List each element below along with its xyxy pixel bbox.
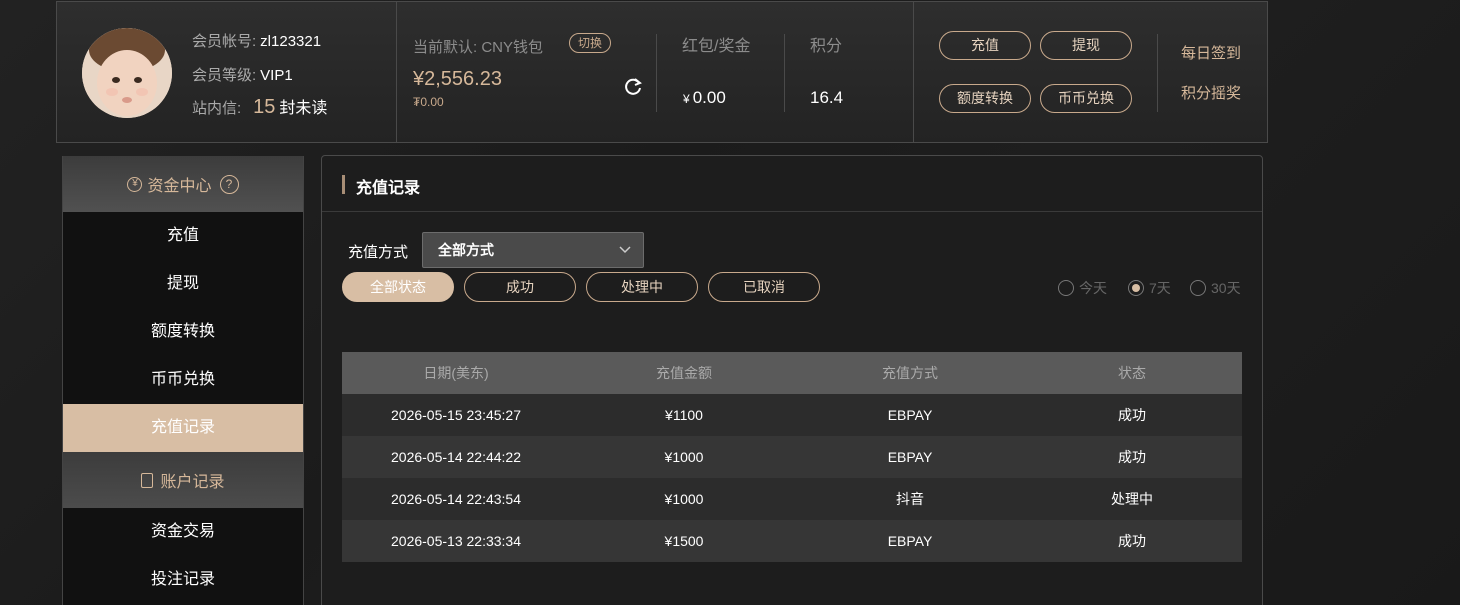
- wallet-label: 当前默认: CNY钱包: [413, 39, 544, 56]
- member-header: 会员帐号: zl123321 会员等级: VIP1 站内信: 15 封未读 当前默认: …: [56, 1, 1268, 143]
- cell-method: 抖音: [896, 491, 924, 507]
- sidebar: ¥ 资金中心 ? 充值 提现 额度转换 币币兑换 充值记录 账户记录 资金交易 …: [62, 156, 304, 605]
- sidebar-item-bet-records[interactable]: 投注记录: [63, 556, 303, 604]
- points-value: 16.4: [810, 88, 844, 107]
- divider: [1157, 34, 1158, 112]
- cell-status: 成功: [1118, 407, 1146, 423]
- sidebar-item-fund-transactions[interactable]: 资金交易: [63, 508, 303, 556]
- account-row: 会员帐号: zl123321: [192, 30, 321, 51]
- deposit-button[interactable]: 充值: [939, 31, 1031, 60]
- method-selected-value: 全部方式: [438, 242, 494, 258]
- status-filter-processing[interactable]: 处理中: [586, 272, 698, 302]
- cell-status: 处理中: [1111, 491, 1153, 507]
- range-today-radio[interactable]: 今天: [1058, 278, 1107, 298]
- radio-checked-icon: [1128, 280, 1144, 296]
- message-label: 站内信:: [192, 100, 242, 117]
- page-title: 充值记录: [356, 180, 421, 197]
- range-30days-label: 30天: [1211, 280, 1241, 296]
- switch-wallet-button[interactable]: 切换: [569, 33, 611, 53]
- cell-method: EBPAY: [887, 449, 933, 465]
- column-header-amount: 充值金额: [656, 365, 712, 381]
- withdraw-button[interactable]: 提现: [1040, 31, 1132, 60]
- account-label: 会员帐号:: [192, 33, 257, 50]
- message-suffix: 封未读: [279, 100, 328, 117]
- cell-date: 2026-05-14 22:43:54: [391, 491, 521, 507]
- range-7days-radio[interactable]: 7天: [1128, 278, 1171, 298]
- divider: [913, 2, 914, 142]
- sidebar-item-coin-exchange[interactable]: 币币兑换: [63, 356, 303, 404]
- table-row: 2026-05-14 22:43:54 ¥1000 抖音 处理中: [342, 478, 1242, 520]
- deposit-records-panel: 充值记录 充值方式 全部方式 全部状态 成功 处理中 已取消 今天 7天 30天…: [321, 155, 1263, 605]
- help-icon[interactable]: ?: [219, 174, 239, 194]
- account-records-header: 账户记录: [63, 452, 303, 508]
- title-accent-bar: [342, 175, 345, 194]
- status-filter-all[interactable]: 全部状态: [342, 272, 454, 302]
- sidebar-item-deposit[interactable]: 充值: [63, 212, 303, 260]
- bonus-currency: ¥: [683, 92, 690, 106]
- account-records-label: 账户记录: [160, 474, 225, 491]
- table-header-row: 日期(美东) 充值金额 充值方式 状态: [342, 352, 1242, 394]
- range-7days-label: 7天: [1149, 280, 1171, 296]
- cell-method: EBPAY: [887, 533, 933, 549]
- radio-icon: [1190, 280, 1206, 296]
- yen-icon: ¥: [127, 176, 143, 192]
- column-header-status: 状态: [1118, 365, 1146, 381]
- cell-method: EBPAY: [887, 407, 933, 423]
- status-filter-cancelled[interactable]: 已取消: [708, 272, 820, 302]
- bonus-amount: 0.00: [692, 88, 726, 107]
- table-row: 2026-05-14 22:44:22 ¥1000 EBPAY 成功: [342, 436, 1242, 478]
- cell-date: 2026-05-14 22:44:22: [391, 449, 521, 465]
- transfer-button[interactable]: 额度转换: [939, 84, 1031, 113]
- avatar: [82, 28, 172, 118]
- sidebar-item-transfer[interactable]: 额度转换: [63, 308, 303, 356]
- cell-amount: ¥1100: [665, 407, 703, 423]
- column-header-date: 日期(美东): [423, 365, 489, 381]
- deposit-records-table: 日期(美东) 充值金额 充值方式 状态 2026-05-15 23:45:27 …: [342, 352, 1242, 562]
- level-value: VIP1: [260, 67, 293, 84]
- cell-amount: ¥1500: [664, 533, 704, 549]
- bonus-value: ¥0.00: [683, 88, 726, 108]
- usdt-balance: ₮0.00: [413, 95, 444, 109]
- sidebar-item-deposit-records[interactable]: 充值记录: [63, 404, 303, 452]
- sidebar-item-withdraw[interactable]: 提现: [63, 260, 303, 308]
- divider: [784, 34, 785, 112]
- table-row: 2026-05-15 23:45:27 ¥1100 EBPAY 成功: [342, 394, 1242, 436]
- level-label: 会员等级:: [192, 67, 257, 84]
- cell-date: 2026-05-13 22:33:34: [391, 533, 521, 549]
- radio-icon: [1058, 280, 1074, 296]
- status-filter-success[interactable]: 成功: [464, 272, 576, 302]
- method-label: 充值方式: [348, 244, 409, 261]
- message-count[interactable]: 15: [253, 96, 275, 118]
- range-30days-radio[interactable]: 30天: [1190, 278, 1241, 298]
- cell-status: 成功: [1118, 449, 1146, 465]
- wallet-balance: ¥2,556.23: [413, 68, 502, 90]
- divider: [396, 2, 397, 142]
- fund-center-header: ¥ 资金中心 ?: [63, 156, 303, 212]
- refresh-icon[interactable]: [623, 75, 643, 97]
- bonus-label: 红包/奖金: [682, 38, 751, 55]
- cell-amount: ¥1000: [664, 491, 704, 507]
- level-row: 会员等级: VIP1: [192, 64, 293, 85]
- account-value: zl123321: [260, 33, 322, 50]
- message-row[interactable]: 站内信: 15 封未读: [192, 94, 327, 119]
- coin-exchange-button[interactable]: 币币兑换: [1040, 84, 1132, 113]
- cell-status: 成功: [1118, 533, 1146, 549]
- document-icon: [141, 472, 154, 488]
- panel-title-bar: 充值记录: [322, 156, 1262, 212]
- chevron-down-icon: [619, 246, 631, 254]
- cell-amount: ¥1000: [664, 449, 704, 465]
- points-label: 积分: [810, 38, 843, 55]
- column-header-method: 充值方式: [882, 365, 938, 381]
- cell-date: 2026-05-15 23:45:27: [391, 407, 521, 423]
- divider: [656, 34, 657, 112]
- daily-signin-link[interactable]: 每日签到: [1181, 42, 1241, 63]
- range-today-label: 今天: [1079, 280, 1107, 296]
- fund-center-label: 资金中心: [147, 178, 212, 195]
- points-lottery-link[interactable]: 积分摇奖: [1181, 82, 1241, 103]
- method-select[interactable]: 全部方式: [422, 232, 644, 268]
- table-row: 2026-05-13 22:33:34 ¥1500 EBPAY 成功: [342, 520, 1242, 562]
